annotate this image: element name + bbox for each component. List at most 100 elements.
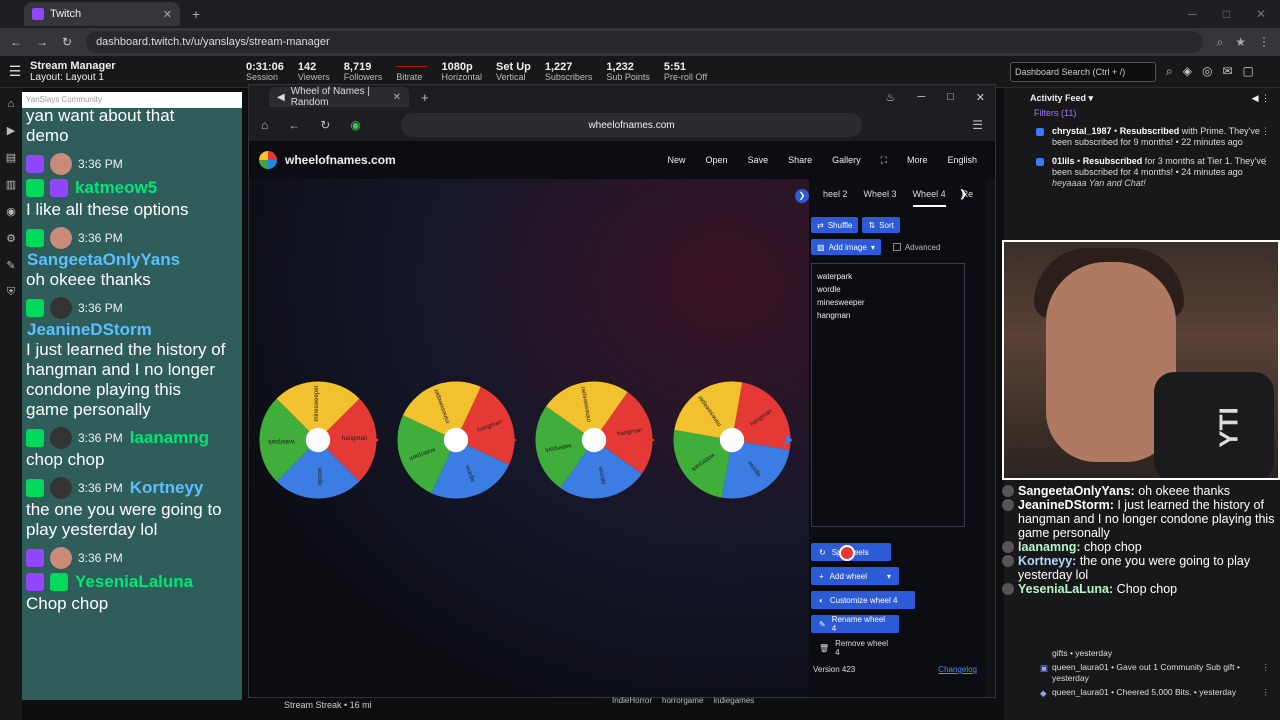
alerts-icon[interactable]: ◎ <box>1202 64 1212 79</box>
more-options-icon[interactable]: ⋮ <box>1261 126 1270 137</box>
wheel-1[interactable]: hangman wordle waterpark minesweeper <box>257 379 379 501</box>
tag[interactable]: IndieHorror <box>612 696 652 705</box>
bookmark-star-icon[interactable]: ★ <box>1235 35 1246 50</box>
wheel-center[interactable] <box>305 427 331 453</box>
avatar[interactable] <box>50 427 72 449</box>
tag[interactable]: horrorgame <box>662 696 703 705</box>
stream-icon[interactable]: ▶ <box>7 124 15 137</box>
zoom-icon[interactable]: ⌕ <box>1217 35 1224 50</box>
chevron-left-icon[interactable]: ❯ <box>795 189 809 203</box>
chat-username[interactable]: SangeetaOnlyYans <box>26 250 228 270</box>
remove-wheel-button[interactable]: 🗑 Remove wheel 4 <box>811 639 899 657</box>
menu-open[interactable]: Open <box>706 155 728 166</box>
changelog-link[interactable]: Changelog <box>938 665 977 674</box>
menu-dots-icon[interactable]: ⋮ <box>1258 35 1270 50</box>
more-options-icon[interactable]: ⋮ <box>1262 662 1271 673</box>
close-window-icon[interactable]: ✕ <box>1256 7 1266 21</box>
customize-wheel-button[interactable]: ◐ Customize wheel 4 <box>811 591 915 609</box>
url-field[interactable]: dashboard.twitch.tv/u/yanslays/stream-ma… <box>86 31 1203 53</box>
chat-username[interactable]: katmeow5 <box>74 178 157 198</box>
rename-wheel-button[interactable]: ✎ Rename wheel 4 <box>811 615 899 633</box>
new-tab-button[interactable]: + <box>192 6 200 22</box>
close-tab-icon[interactable]: ✕ <box>163 8 172 21</box>
add-wheel-button[interactable]: + Add wheel ▾ <box>811 567 899 585</box>
close-window-icon[interactable]: ✕ <box>976 91 985 104</box>
reload-icon[interactable]: ↻ <box>62 35 72 49</box>
menu-save[interactable]: Save <box>748 155 769 166</box>
menu-more[interactable]: More <box>907 155 928 166</box>
minimize-icon[interactable]: ─ <box>917 91 925 104</box>
chevron-down-icon: ▾ <box>886 571 891 581</box>
wheel-4[interactable]: hangmanwordlewaterparkminesweeper <box>671 379 793 501</box>
more-options-icon[interactable]: ⋮ <box>1262 687 1271 698</box>
search-icon[interactable]: ⌕ <box>1166 64 1173 79</box>
forward-icon[interactable]: → <box>36 35 48 49</box>
shield-icon[interactable]: ◉ <box>350 118 360 132</box>
filters-button[interactable]: Filters (11) <box>1004 108 1280 122</box>
chat-username[interactable]: JeanineDStorm <box>26 320 228 340</box>
stream-manager-title[interactable]: Stream Manager Layout: Layout 1 <box>30 59 240 83</box>
safety-icon[interactable]: ⛨ <box>7 286 15 299</box>
entries-textarea[interactable]: waterpark wordle minesweeper hangman <box>811 263 965 527</box>
hamburger-menu-icon[interactable]: ☰ <box>0 63 30 80</box>
whispers-icon[interactable]: ▢ <box>1243 64 1254 79</box>
home-icon[interactable]: ⌂ <box>8 98 15 110</box>
maximize-icon[interactable]: □ <box>1223 7 1230 21</box>
more-options-icon[interactable]: ⋮ <box>1261 156 1270 167</box>
wheel-center[interactable] <box>581 427 607 453</box>
wheel-center[interactable] <box>719 427 745 453</box>
maximize-icon[interactable]: □ <box>947 91 954 104</box>
advanced-checkbox[interactable]: Advanced <box>892 239 940 255</box>
fullscreen-icon[interactable]: ⛶ <box>881 155 887 166</box>
wheel-2[interactable]: hangmanwordlewaterparkminesweeper <box>395 379 517 501</box>
community-icon[interactable]: ◉ <box>6 205 16 218</box>
wheel-3[interactable]: hangmanwordlewaterparkminesweeper <box>533 379 655 501</box>
back-icon[interactable]: ← <box>288 118 300 132</box>
settings-icon[interactable]: ⚙ <box>6 232 16 245</box>
dashboard-search-input[interactable]: Dashboard Search (Ctrl + /) <box>1010 62 1156 82</box>
feed-icons[interactable]: ◀ ⋮ <box>1252 93 1280 104</box>
chat-username[interactable]: laanamng <box>129 428 209 448</box>
chat-message: 3:36 PM laanamng chop chop <box>22 424 232 474</box>
menu-share[interactable]: Share <box>788 155 812 166</box>
new-tab-button[interactable]: + <box>421 90 429 105</box>
chat-message: 3:36 PM YeseniaLaluna Chop chop <box>22 544 232 618</box>
avatar[interactable] <box>50 227 72 249</box>
chat-username[interactable]: Kortneyy <box>129 478 204 498</box>
flame-icon[interactable]: ♨ <box>885 91 895 104</box>
feed-header[interactable]: Activity Feed ▾ ◀ ⋮ <box>1004 88 1280 108</box>
menu-language[interactable]: English <box>947 155 977 166</box>
chevron-right-icon[interactable]: ❯ <box>959 189 967 200</box>
tab-wheel-4[interactable]: Wheel 4 <box>912 189 946 207</box>
inbox-icon[interactable]: ✉ <box>1222 64 1232 79</box>
avatar[interactable] <box>50 547 72 569</box>
close-tab-icon[interactable]: ✕ <box>393 92 401 103</box>
page-title: Stream Manager <box>30 59 116 72</box>
creator-icon[interactable]: ✎ <box>6 259 15 272</box>
avatar[interactable] <box>50 297 72 319</box>
tab-wheel-3[interactable]: Wheel 3 <box>864 189 897 207</box>
site-name[interactable]: wheelofnames.com <box>285 153 396 167</box>
browser-tab[interactable]: Twitch ✕ <box>24 2 180 26</box>
shuffle-button[interactable]: ⇄ Shuffle <box>811 217 859 233</box>
tag[interactable]: indiegames <box>713 696 754 705</box>
inner-tab[interactable]: ◀ Wheel of Names | Random ✕ <box>269 86 409 108</box>
avatar[interactable] <box>50 477 72 499</box>
menu-gallery[interactable]: Gallery <box>832 155 861 166</box>
add-image-button[interactable]: ▨ Add image ▾ <box>811 239 881 255</box>
reload-icon[interactable]: ↻ <box>320 118 330 132</box>
tab-wheel-2[interactable]: heel 2 <box>811 189 848 207</box>
home-icon[interactable]: ⌂ <box>261 118 268 132</box>
avatar[interactable] <box>50 153 72 175</box>
menu-new[interactable]: New <box>668 155 686 166</box>
inner-url-field[interactable]: wheelofnames.com <box>400 113 863 137</box>
menu-icon[interactable]: ☰ <box>972 118 983 132</box>
analytics-icon[interactable]: ▥ <box>6 178 16 191</box>
shield-icon[interactable]: ◈ <box>1183 64 1192 79</box>
chat-username[interactable]: YeseniaLaluna <box>74 572 193 592</box>
back-icon[interactable]: ← <box>10 35 22 49</box>
sort-button[interactable]: ⇅ Sort <box>862 217 900 233</box>
wheel-center[interactable] <box>443 427 469 453</box>
content-icon[interactable]: ▤ <box>6 151 16 164</box>
minimize-icon[interactable]: ─ <box>1188 7 1197 21</box>
